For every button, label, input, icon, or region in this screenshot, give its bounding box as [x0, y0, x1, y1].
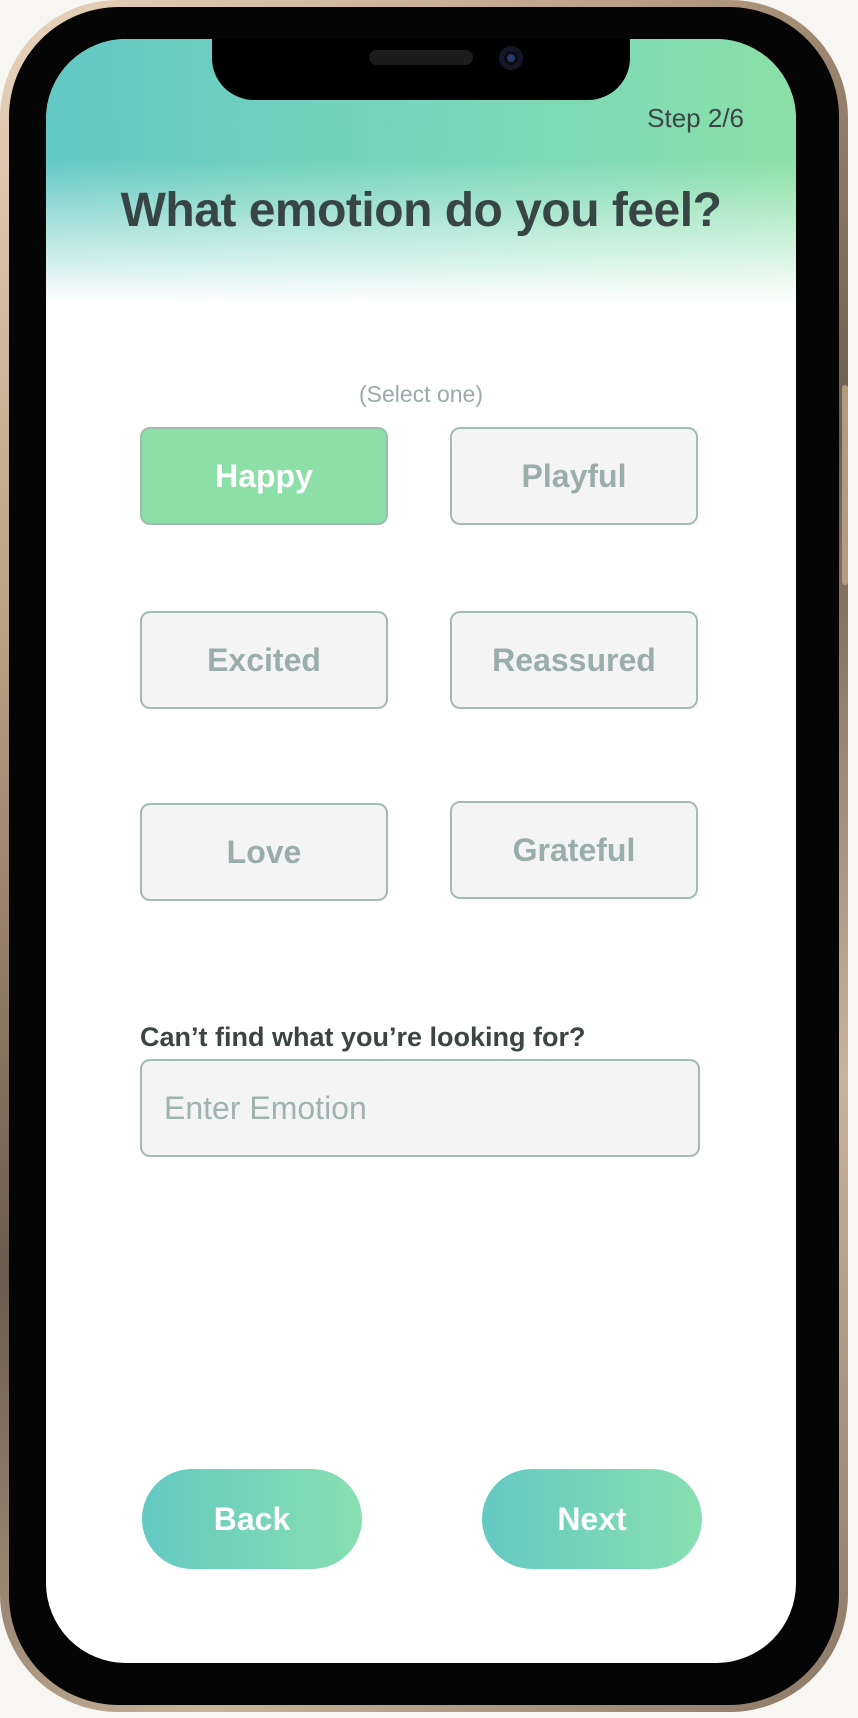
emotion-option-excited[interactable]: Excited	[140, 611, 388, 709]
page-title: What emotion do you feel?	[120, 184, 722, 237]
emotion-option-reassured[interactable]: Reassured	[450, 611, 698, 709]
emotion-option-playful[interactable]: Playful	[450, 427, 698, 525]
back-button[interactable]: Back	[142, 1469, 362, 1569]
emotion-option-grateful[interactable]: Grateful	[450, 801, 698, 899]
custom-emotion-input[interactable]	[140, 1059, 700, 1157]
select-hint: (Select one)	[358, 381, 483, 407]
emotion-option-love[interactable]: Love	[140, 803, 388, 901]
custom-emotion-label: Can’t find what you’re looking for?	[140, 1022, 586, 1052]
phone-notch	[212, 39, 630, 100]
next-button[interactable]: Next	[482, 1469, 702, 1569]
phone-side-button	[842, 385, 848, 585]
speaker-grille	[369, 50, 473, 65]
camera-icon	[499, 46, 523, 70]
step-indicator: Step 2/6	[647, 103, 744, 133]
emotion-option-happy[interactable]: Happy	[140, 427, 388, 525]
app-screen: Step 2/6 What emotion do you feel? (Sele…	[46, 39, 796, 1663]
